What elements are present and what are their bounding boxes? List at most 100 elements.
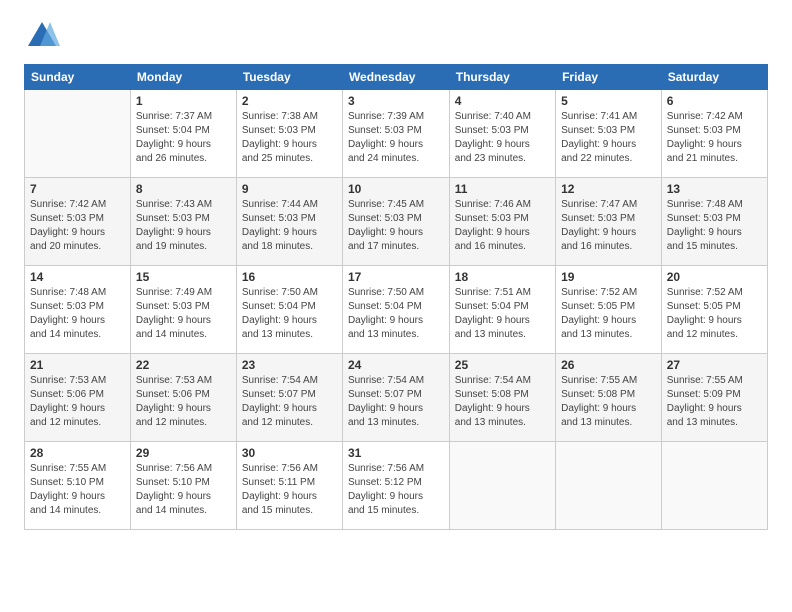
day-number: 10 <box>348 182 444 196</box>
day-info: Sunrise: 7:54 AM Sunset: 5:07 PM Dayligh… <box>242 374 337 430</box>
day-info: Sunrise: 7:40 AM Sunset: 5:03 PM Dayligh… <box>455 110 550 166</box>
day-number: 26 <box>561 358 656 372</box>
calendar-cell: 18 Sunrise: 7:51 AM Sunset: 5:04 PM Dayli… <box>449 266 555 354</box>
calendar-cell: 5 Sunrise: 7:41 AM Sunset: 5:03 PM Daylig… <box>556 90 662 178</box>
calendar-cell: 19 Sunrise: 7:52 AM Sunset: 5:05 PM Dayli… <box>556 266 662 354</box>
day-number: 12 <box>561 182 656 196</box>
calendar-cell <box>25 90 131 178</box>
calendar-cell <box>661 442 767 530</box>
day-info: Sunrise: 7:50 AM Sunset: 5:04 PM Dayligh… <box>242 286 337 342</box>
day-number: 13 <box>667 182 762 196</box>
calendar-table: SundayMondayTuesdayWednesdayThursdayFrid… <box>24 64 768 530</box>
calendar-cell: 4 Sunrise: 7:40 AM Sunset: 5:03 PM Daylig… <box>449 90 555 178</box>
weekday-header-row: SundayMondayTuesdayWednesdayThursdayFrid… <box>25 65 768 90</box>
day-number: 25 <box>455 358 550 372</box>
calendar-cell: 13 Sunrise: 7:48 AM Sunset: 5:03 PM Dayli… <box>661 178 767 266</box>
day-number: 9 <box>242 182 337 196</box>
day-number: 2 <box>242 94 337 108</box>
day-number: 6 <box>667 94 762 108</box>
calendar-cell: 11 Sunrise: 7:46 AM Sunset: 5:03 PM Dayli… <box>449 178 555 266</box>
day-info: Sunrise: 7:50 AM Sunset: 5:04 PM Dayligh… <box>348 286 444 342</box>
day-number: 24 <box>348 358 444 372</box>
day-info: Sunrise: 7:51 AM Sunset: 5:04 PM Dayligh… <box>455 286 550 342</box>
day-info: Sunrise: 7:54 AM Sunset: 5:07 PM Dayligh… <box>348 374 444 430</box>
page: SundayMondayTuesdayWednesdayThursdayFrid… <box>0 0 792 612</box>
week-row-2: 7Sunrise: 7:42 AM Sunset: 5:03 PM Daylig… <box>25 178 768 266</box>
calendar-cell: 27 Sunrise: 7:55 AM Sunset: 5:09 PM Dayli… <box>661 354 767 442</box>
calendar-cell: 20 Sunrise: 7:52 AM Sunset: 5:05 PM Dayli… <box>661 266 767 354</box>
weekday-sunday: Sunday <box>25 65 131 90</box>
calendar-cell: 6 Sunrise: 7:42 AM Sunset: 5:03 PM Daylig… <box>661 90 767 178</box>
calendar-cell <box>449 442 555 530</box>
calendar-cell: 21 Sunrise: 7:53 AM Sunset: 5:06 PM Dayli… <box>25 354 131 442</box>
day-number: 15 <box>136 270 231 284</box>
day-info: Sunrise: 7:53 AM Sunset: 5:06 PM Dayligh… <box>136 374 231 430</box>
day-info: Sunrise: 7:43 AM Sunset: 5:03 PM Dayligh… <box>136 198 231 254</box>
calendar-cell: 23Sunrise: 7:54 AM Sunset: 5:07 PM Dayli… <box>236 354 342 442</box>
logo <box>24 18 66 54</box>
day-info: Sunrise: 7:42 AM Sunset: 5:03 PM Dayligh… <box>30 198 125 254</box>
day-info: Sunrise: 7:55 AM Sunset: 5:08 PM Dayligh… <box>561 374 656 430</box>
weekday-saturday: Saturday <box>661 65 767 90</box>
day-info: Sunrise: 7:55 AM Sunset: 5:09 PM Dayligh… <box>667 374 762 430</box>
day-number: 29 <box>136 446 231 460</box>
day-info: Sunrise: 7:42 AM Sunset: 5:03 PM Dayligh… <box>667 110 762 166</box>
day-number: 20 <box>667 270 762 284</box>
day-number: 22 <box>136 358 231 372</box>
day-info: Sunrise: 7:49 AM Sunset: 5:03 PM Dayligh… <box>136 286 231 342</box>
day-number: 1 <box>136 94 231 108</box>
day-info: Sunrise: 7:48 AM Sunset: 5:03 PM Dayligh… <box>667 198 762 254</box>
calendar-cell: 17 Sunrise: 7:50 AM Sunset: 5:04 PM Dayli… <box>342 266 449 354</box>
day-number: 31 <box>348 446 444 460</box>
calendar-cell <box>556 442 662 530</box>
day-number: 27 <box>667 358 762 372</box>
day-number: 14 <box>30 270 125 284</box>
day-number: 21 <box>30 358 125 372</box>
weekday-monday: Monday <box>130 65 236 90</box>
day-info: Sunrise: 7:47 AM Sunset: 5:03 PM Dayligh… <box>561 198 656 254</box>
day-number: 4 <box>455 94 550 108</box>
weekday-tuesday: Tuesday <box>236 65 342 90</box>
day-info: Sunrise: 7:48 AM Sunset: 5:03 PM Dayligh… <box>30 286 125 342</box>
day-number: 11 <box>455 182 550 196</box>
calendar-cell: 31 Sunrise: 7:56 AM Sunset: 5:12 PM Dayli… <box>342 442 449 530</box>
day-info: Sunrise: 7:46 AM Sunset: 5:03 PM Dayligh… <box>455 198 550 254</box>
week-row-5: 28 Sunrise: 7:55 AM Sunset: 5:10 PM Dayli… <box>25 442 768 530</box>
day-info: Sunrise: 7:52 AM Sunset: 5:05 PM Dayligh… <box>667 286 762 342</box>
day-info: Sunrise: 7:55 AM Sunset: 5:10 PM Dayligh… <box>30 462 125 518</box>
day-number: 19 <box>561 270 656 284</box>
calendar-cell: 10 Sunrise: 7:45 AM Sunset: 5:03 PM Dayli… <box>342 178 449 266</box>
week-row-4: 21 Sunrise: 7:53 AM Sunset: 5:06 PM Dayli… <box>25 354 768 442</box>
day-number: 17 <box>348 270 444 284</box>
day-number: 28 <box>30 446 125 460</box>
logo-icon <box>24 18 60 54</box>
day-info: Sunrise: 7:45 AM Sunset: 5:03 PM Dayligh… <box>348 198 444 254</box>
day-number: 18 <box>455 270 550 284</box>
calendar-cell: 16 Sunrise: 7:50 AM Sunset: 5:04 PM Dayli… <box>236 266 342 354</box>
calendar-cell: 28 Sunrise: 7:55 AM Sunset: 5:10 PM Dayli… <box>25 442 131 530</box>
day-number: 16 <box>242 270 337 284</box>
day-info: Sunrise: 7:41 AM Sunset: 5:03 PM Dayligh… <box>561 110 656 166</box>
day-info: Sunrise: 7:52 AM Sunset: 5:05 PM Dayligh… <box>561 286 656 342</box>
day-info: Sunrise: 7:54 AM Sunset: 5:08 PM Dayligh… <box>455 374 550 430</box>
calendar-cell: 30 Sunrise: 7:56 AM Sunset: 5:11 PM Dayli… <box>236 442 342 530</box>
day-info: Sunrise: 7:44 AM Sunset: 5:03 PM Dayligh… <box>242 198 337 254</box>
calendar-cell: 14 Sunrise: 7:48 AM Sunset: 5:03 PM Dayli… <box>25 266 131 354</box>
calendar-cell: 29 Sunrise: 7:56 AM Sunset: 5:10 PM Dayli… <box>130 442 236 530</box>
week-row-3: 14 Sunrise: 7:48 AM Sunset: 5:03 PM Dayli… <box>25 266 768 354</box>
calendar-cell: 25 Sunrise: 7:54 AM Sunset: 5:08 PM Dayli… <box>449 354 555 442</box>
calendar-cell: 2Sunrise: 7:38 AM Sunset: 5:03 PM Daylig… <box>236 90 342 178</box>
calendar-cell: 15 Sunrise: 7:49 AM Sunset: 5:03 PM Dayli… <box>130 266 236 354</box>
day-info: Sunrise: 7:53 AM Sunset: 5:06 PM Dayligh… <box>30 374 125 430</box>
weekday-thursday: Thursday <box>449 65 555 90</box>
day-number: 30 <box>242 446 337 460</box>
day-info: Sunrise: 7:56 AM Sunset: 5:11 PM Dayligh… <box>242 462 337 518</box>
week-row-1: 1Sunrise: 7:37 AM Sunset: 5:04 PM Daylig… <box>25 90 768 178</box>
day-number: 8 <box>136 182 231 196</box>
day-number: 5 <box>561 94 656 108</box>
calendar-cell: 9 Sunrise: 7:44 AM Sunset: 5:03 PM Daylig… <box>236 178 342 266</box>
day-info: Sunrise: 7:56 AM Sunset: 5:10 PM Dayligh… <box>136 462 231 518</box>
day-info: Sunrise: 7:56 AM Sunset: 5:12 PM Dayligh… <box>348 462 444 518</box>
calendar-cell: 7Sunrise: 7:42 AM Sunset: 5:03 PM Daylig… <box>25 178 131 266</box>
day-number: 3 <box>348 94 444 108</box>
